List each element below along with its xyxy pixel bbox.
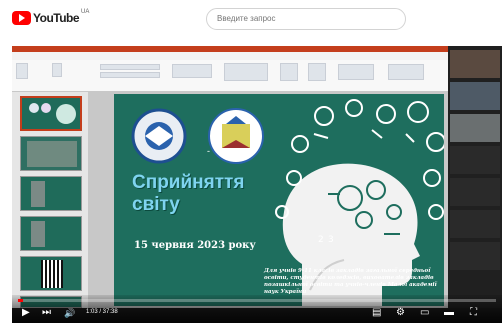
progress-fill [18, 299, 23, 302]
font-box-icon [100, 64, 160, 70]
participant-tile [450, 210, 500, 238]
ppt-ribbon-tabs [12, 52, 448, 60]
slide-thumbnail [20, 176, 82, 211]
participant-tile [450, 178, 500, 206]
time-display: 1:03 / 37:38 [86, 309, 118, 315]
slide-dash: - [207, 146, 210, 156]
mtmaov-logo-icon [131, 108, 187, 164]
youtube-logo[interactable]: YouTube UA [12, 9, 90, 25]
thumbnail-qr-code [41, 260, 63, 288]
slide-thumbnail [20, 216, 82, 251]
fullscreen-icon[interactable]: ⛶ [470, 308, 477, 318]
theater-mode-icon[interactable]: ▬ [444, 308, 454, 318]
video-player[interactable]: 2 3 - Сприйняття світу 15 червня 2023 ро… [12, 46, 502, 323]
progress-bar[interactable] [18, 299, 496, 302]
slide-date: 15 червня 2023 року [134, 240, 256, 251]
subtitles-icon[interactable]: ▤ [372, 308, 381, 318]
thumbnail-portrait [31, 181, 45, 207]
arrange-icon [280, 63, 298, 81]
participant-strip [448, 46, 502, 308]
current-slide: 2 3 - Сприйняття світу 15 червня 2023 ро… [114, 94, 444, 306]
player-controls: ▶ ⏭ 🔊 1:03 / 37:38 ▤ ⚙ ▭ ▬ ⛶ [12, 295, 502, 323]
thumbnail-portrait [31, 221, 45, 247]
slide-note: Для учнів 9-11 класів закладів загальної… [264, 268, 437, 295]
paste-icon [16, 63, 28, 79]
slide-thumbnails [12, 92, 88, 308]
search-input[interactable] [217, 14, 397, 23]
volume-icon[interactable]: 🔊 [64, 308, 75, 318]
youtube-play-logo-icon [12, 11, 31, 25]
miniplayer-icon[interactable]: ▭ [420, 308, 429, 318]
slide-thumbnail [20, 256, 82, 291]
ppt-ribbon [12, 60, 448, 92]
quick-styles-icon [308, 63, 326, 81]
thumbnail-photo [27, 141, 77, 167]
slide-thumbnail [20, 96, 82, 131]
svg-text:2: 2 [318, 235, 324, 245]
font-format-icon [100, 72, 160, 78]
man-logo-icon [208, 108, 264, 164]
slide-thumbnail [20, 136, 82, 171]
participant-video [450, 114, 500, 142]
participant-video [450, 50, 500, 78]
thumbnail-brain-icon [29, 103, 76, 124]
presentation-window: 2 3 - Сприйняття світу 15 червня 2023 ро… [12, 46, 448, 308]
participant-video [450, 82, 500, 110]
slide-title: Сприйняття світу [132, 172, 244, 216]
youtube-logo-text: YouTube [33, 11, 80, 25]
find-replace-icon [388, 64, 424, 80]
slide-title-line2: світу [132, 194, 180, 215]
shape-fill-icon [338, 64, 374, 80]
search-box[interactable] [206, 8, 406, 30]
svg-text:3: 3 [328, 235, 334, 245]
youtube-header: YouTube UA [0, 0, 504, 42]
participant-tile [450, 146, 500, 174]
play-icon[interactable]: ▶ [22, 308, 30, 318]
slide-editor-area: 2 3 - Сприйняття світу 15 червня 2023 ро… [88, 92, 448, 308]
slide-title-line1: Сприйняття [132, 172, 245, 193]
shapes-gallery-icon [224, 63, 268, 81]
settings-icon[interactable]: ⚙ [396, 308, 405, 318]
next-icon[interactable]: ⏭ [42, 308, 51, 318]
country-code: UA [81, 9, 90, 15]
paragraph-icon [172, 64, 212, 78]
new-slide-icon [52, 63, 62, 77]
participant-tile [450, 242, 500, 270]
